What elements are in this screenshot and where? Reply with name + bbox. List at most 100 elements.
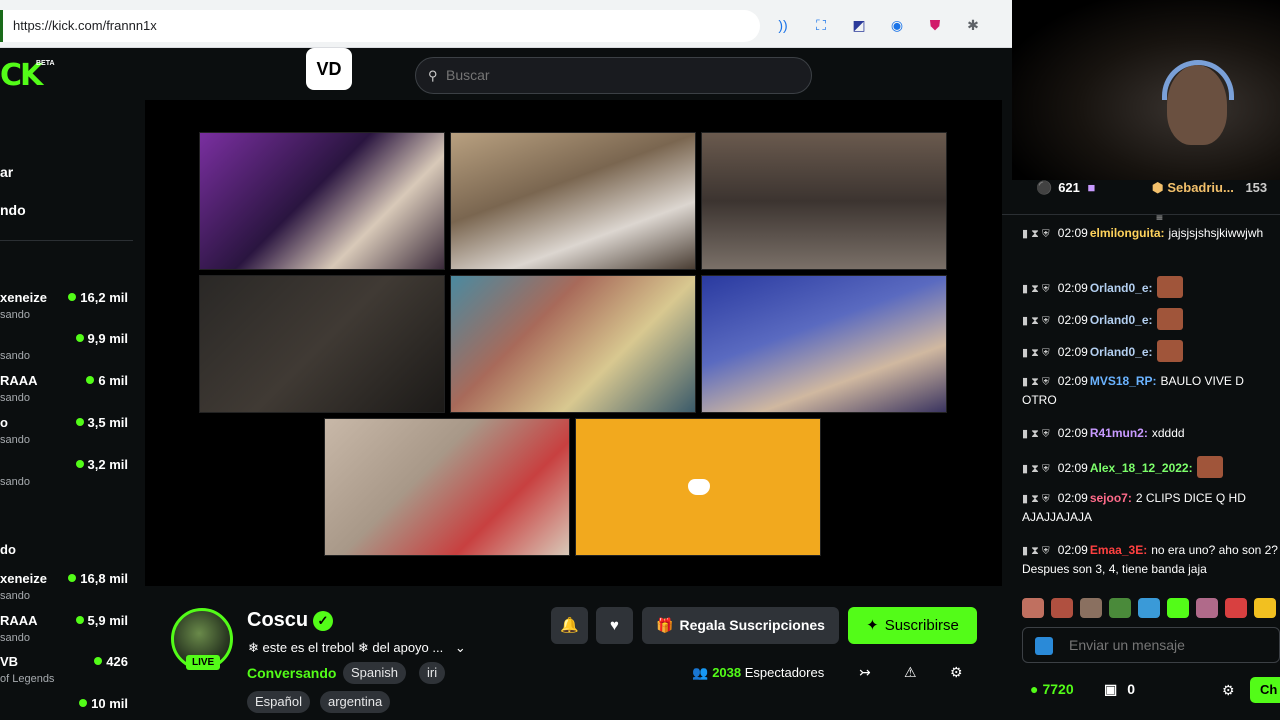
message-time: 02:09 [1057,461,1088,475]
live-dot-icon [75,616,84,624]
emote-bar[interactable] [1022,598,1280,620]
message-username[interactable]: R41mun2: [1090,426,1148,440]
emote-shortcut[interactable] [1051,598,1073,618]
message-username[interactable]: Alex_18_12_2022: [1090,461,1193,475]
user-settings-icon[interactable]: ⚙ [950,664,963,681]
emote-shortcut[interactable] [1109,598,1131,618]
chat-input[interactable] [1069,637,1269,653]
channel-category: sando [0,632,30,644]
emote-picker-icon[interactable] [1035,637,1053,655]
message-username[interactable]: Emaa_3E: [1090,543,1147,557]
meet-icon[interactable]: ◉ [888,16,906,34]
emote-shortcut[interactable] [1167,598,1189,618]
video-tile [450,132,696,270]
channel-category: sando [0,350,30,362]
screenshot-icon[interactable]: ⛶ [812,16,830,34]
emote-shortcut[interactable] [1080,598,1102,618]
shield-icon[interactable]: ⛊ [926,16,944,34]
share-icon[interactable]: ↣ [859,664,871,681]
live-dot-icon [79,699,88,707]
message-username[interactable]: Orland0_e: [1090,345,1153,359]
emote-shortcut[interactable] [1022,598,1044,618]
channel-name: o [0,415,8,430]
points-icon: ● [1030,681,1039,697]
subscribe-button[interactable]: ✦ Suscribirse [848,607,977,644]
video-tile [199,132,445,270]
mod-actions-icon[interactable]: ▮ ⧗ ⛨ [1022,376,1050,388]
report-icon[interactable]: ⚠ [904,664,917,681]
url-text[interactable]: https://kick.com/frannn1x [13,18,157,33]
emote-shortcut[interactable] [1196,598,1218,618]
heart-icon: ♥ [610,617,619,634]
mod-actions-icon[interactable]: ▮ ⧗ ⛨ [1022,283,1050,295]
mod-actions-icon[interactable]: ▮ ⧗ ⛨ [1022,493,1050,505]
sidebar-nav-item[interactable]: ndo [0,202,26,218]
live-dot-icon [75,460,84,468]
channel-points[interactable]: ● 7720 [1030,681,1074,697]
tag[interactable]: Spanish [343,662,406,684]
chevron-down-icon[interactable]: ⌄ [455,640,466,655]
emote-shortcut[interactable] [1138,598,1160,618]
browser-toolbar: https://kick.com/frannn1x )) ⛶ ◩ ◉ ⛊ ✱ [0,0,1012,48]
sidebar-nav-item[interactable]: ar [0,164,13,180]
message-username[interactable]: elmilonguita: [1090,226,1165,240]
message-time: 02:09 [1057,374,1088,388]
follow-button[interactable]: ♥ [596,607,633,644]
mod-actions-icon[interactable]: ▮ ⧗ ⛨ [1022,463,1050,475]
tag[interactable]: argentina [320,691,391,713]
message-text: xdddd [1151,426,1185,440]
channel-name: RAAA [0,613,38,628]
mod-actions-icon[interactable]: ▮ ⧗ ⛨ [1022,315,1050,327]
mod-actions-icon[interactable]: ▮ ⧗ ⛨ [1022,228,1050,240]
chat-settings-icon[interactable]: ⚙ [1222,682,1235,699]
message-text: jajsjsjshsjkiwwjwh [1168,226,1264,240]
mod-actions-icon[interactable]: ▮ ⧗ ⛨ [1022,545,1050,557]
search-input[interactable] [446,67,786,83]
live-dot-icon [68,293,77,301]
emote-shortcut[interactable] [1225,598,1247,618]
ticket-icon: ▣ [1104,681,1118,697]
gift-icon: 🎁 [656,617,674,633]
tag[interactable]: iri [419,662,446,684]
channel-category: sando [0,309,30,321]
gift-stats: ⚫ 621 ■ [1036,180,1096,195]
message-username[interactable]: Orland0_e: [1090,313,1153,327]
channel-viewers: 5,9 mil [75,613,128,628]
tickets[interactable]: ▣ 0 [1104,681,1135,698]
channel-viewers: 9,9 mil [75,331,128,346]
read-aloud-icon[interactable]: )) [774,16,792,34]
vd-button[interactable]: VD [306,48,352,90]
extension-icon[interactable]: ◩ [850,16,868,34]
video-tile [324,418,570,556]
chat-send-button[interactable]: Ch [1250,677,1280,703]
chat-message: ▮ ⧗ ⛨ 02:09 elmilonguita: jajsjsjshsjkiwwjw… [1022,224,1280,243]
message-username[interactable]: sejoo7: [1090,491,1132,505]
discord-icon [688,479,710,495]
puzzle-icon[interactable]: ✱ [964,16,982,34]
emote-shortcut[interactable] [1254,598,1276,618]
gift-subscriptions-button[interactable]: 🎁 Regala Suscripciones [642,607,839,644]
message-time: 02:09 [1057,313,1088,327]
channel-viewers: 3,2 mil [75,457,128,472]
channel-category: sando [0,392,30,404]
message-username[interactable]: MVS18_RP: [1090,374,1157,388]
chat-input-box[interactable] [1022,627,1280,663]
channel-name: xeneize [0,571,47,586]
discord-tile [575,418,821,556]
message-username[interactable]: Orland0_e: [1090,281,1153,295]
mod-actions-icon[interactable]: ▮ ⧗ ⛨ [1022,347,1050,359]
live-dot-icon [68,574,77,582]
video-tile [450,275,696,413]
bell-button[interactable]: 🔔 [551,607,588,644]
mod-actions-icon[interactable]: ▮ ⧗ ⛨ [1022,428,1050,440]
tag[interactable]: Español [247,691,310,713]
video-player[interactable] [145,100,1002,586]
top-gifter: ⬢ Sebadriu... 153 [1152,180,1268,195]
pin-icon[interactable]: ≡ [1156,210,1163,224]
emote-image [1156,308,1183,330]
message-time: 02:09 [1057,226,1088,240]
search-bar[interactable]: ⚲ [415,57,812,94]
category-link[interactable]: Conversando [247,665,336,681]
address-bar[interactable]: https://kick.com/frannn1x [0,10,760,42]
channel-title[interactable]: Coscu [247,609,308,632]
